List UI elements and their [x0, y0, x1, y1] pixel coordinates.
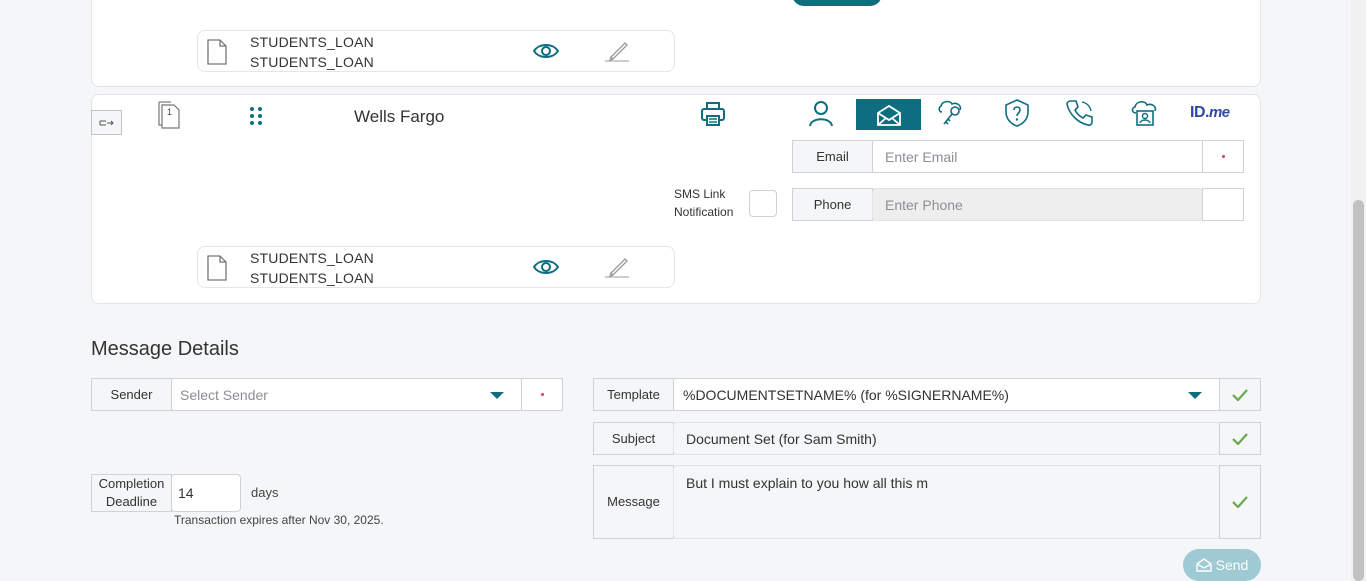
phone-label: Phone — [792, 188, 873, 221]
page-count: 1 — [167, 107, 173, 117]
collapse-toggle-button[interactable] — [91, 110, 122, 135]
sms-notification-label: SMS Link Notification — [674, 187, 734, 219]
phone-auth-icon[interactable] — [1064, 97, 1096, 129]
email-label: Email — [792, 140, 873, 173]
sign-pen-icon[interactable] — [602, 39, 632, 63]
security-question-icon[interactable] — [1001, 97, 1033, 129]
sign-pen-icon[interactable] — [602, 255, 632, 279]
document-icon — [206, 39, 228, 70]
subject-valid-check — [1219, 422, 1261, 455]
view-eye-icon[interactable] — [532, 41, 560, 61]
document-name: STUDENTS_LOAN STUDENTS_LOAN — [250, 250, 374, 286]
template-label: Template — [593, 378, 674, 411]
sender-select-value: Select Sender — [180, 386, 268, 403]
phone-side-box — [1202, 188, 1244, 221]
template-select[interactable]: %DOCUMENTSETNAME% (for %SIGNERNAME%) — [673, 378, 1220, 411]
email-auth-icon[interactable] — [856, 99, 921, 130]
message-label: Message — [593, 465, 674, 539]
completion-deadline-label: Completion Deadline — [91, 474, 172, 512]
send-button[interactable]: Send — [1183, 549, 1261, 581]
message-textarea[interactable]: But I must explain to you how all this m — [673, 465, 1220, 539]
key-auth-icon[interactable] — [935, 97, 967, 129]
drag-handle-icon[interactable] — [249, 106, 263, 131]
completion-deadline-input[interactable]: 14 — [171, 474, 241, 512]
previous-card-action-button[interactable] — [792, 0, 882, 6]
send-button-label: Send — [1215, 557, 1249, 573]
email-required-indicator — [1202, 140, 1244, 173]
id-verification-icon[interactable] — [1128, 97, 1160, 129]
check-icon — [1232, 388, 1248, 401]
days-label: days — [251, 485, 279, 500]
person-auth-icon[interactable] — [804, 97, 838, 129]
page-count-icon — [158, 101, 182, 134]
sender-required-indicator — [521, 378, 563, 411]
sms-notification-checkbox[interactable] — [749, 190, 777, 217]
template-valid-check — [1219, 378, 1261, 411]
document-row: STUDENTS_LOAN STUDENTS_LOAN — [197, 246, 675, 288]
sender-select[interactable]: Select Sender — [171, 378, 522, 411]
message-text: But I must explain to you how all this m — [686, 475, 928, 491]
email-input[interactable]: Enter Email — [872, 140, 1203, 173]
send-mail-icon — [1195, 558, 1212, 572]
document-icon — [206, 255, 228, 286]
document-name: STUDENTS_LOAN STUDENTS_LOAN — [250, 34, 374, 70]
idme-logo[interactable]: ID.me — [1190, 104, 1230, 122]
check-icon — [1232, 432, 1248, 445]
page-scrollbar-thumb[interactable] — [1353, 200, 1364, 581]
chevron-down-icon — [490, 392, 504, 399]
template-select-value: %DOCUMENTSETNAME% (for %SIGNERNAME%) — [683, 386, 1009, 403]
document-row: STUDENTS_LOAN STUDENTS_LOAN — [197, 30, 675, 72]
expires-text: Transaction expires after Nov 30, 2025. — [174, 513, 384, 527]
phone-input[interactable]: Enter Phone — [872, 188, 1203, 221]
subject-label: Subject — [593, 422, 674, 455]
sender-label: Sender — [91, 378, 172, 411]
subject-input[interactable]: Document Set (for Sam Smith) — [673, 422, 1220, 455]
message-valid-check — [1219, 465, 1261, 539]
chevron-down-icon — [1188, 392, 1202, 399]
view-eye-icon[interactable] — [532, 257, 560, 277]
check-icon — [1232, 496, 1248, 508]
message-details-heading: Message Details — [91, 338, 239, 360]
arrow-right-icon — [99, 120, 114, 125]
signer-name: Wells Fargo — [354, 107, 445, 126]
printer-icon[interactable] — [698, 99, 728, 129]
